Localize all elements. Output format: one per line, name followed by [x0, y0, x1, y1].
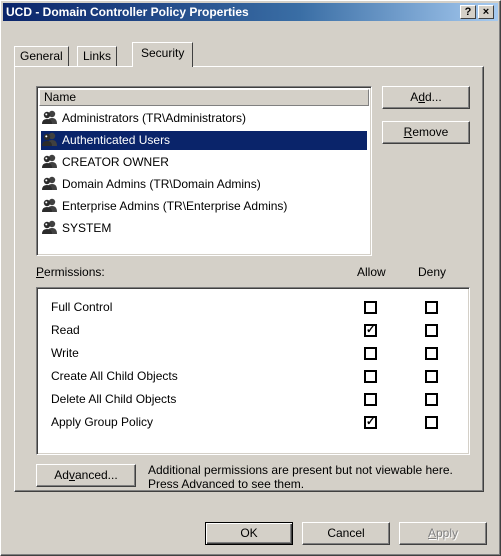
permissions-label-post: ermissions:	[44, 265, 105, 279]
permissions-list: Full Control Read ✓ Write Create All Child O…	[36, 287, 470, 455]
permission-allow-checkbox[interactable]	[364, 370, 377, 383]
group-icon	[41, 132, 62, 147]
names-list[interactable]: Name Administrators (TR\Administrators) A…	[36, 86, 372, 256]
names-list-item[interactable]: Domain Admins (TR\Domain Admins)	[41, 175, 367, 194]
permission-label: Write	[51, 346, 79, 360]
names-list-item[interactable]: SYSTEM	[41, 219, 367, 238]
add-label-post: d...	[425, 90, 442, 104]
advanced-note: Additional permissions are present but n…	[148, 463, 453, 491]
permission-label: Create All Child Objects	[51, 369, 178, 383]
permission-allow-checkbox[interactable]: ✓	[364, 416, 377, 429]
group-icon	[41, 220, 62, 235]
apply-button: Apply	[399, 522, 487, 545]
group-icon	[41, 176, 62, 191]
permission-deny-checkbox[interactable]	[425, 370, 438, 383]
tab-general[interactable]: General	[14, 46, 69, 66]
name-column-header[interactable]: Name	[39, 89, 369, 106]
add-label-key: d	[418, 90, 425, 104]
names-list-item[interactable]: Enterprise Admins (TR\Enterprise Admins)	[41, 197, 367, 216]
group-icon	[41, 154, 62, 169]
names-list-item-label: SYSTEM	[62, 221, 112, 235]
permission-label: Read	[51, 323, 80, 337]
cancel-label: Cancel	[327, 526, 365, 540]
permission-deny-checkbox[interactable]	[425, 347, 438, 360]
remove-label-post: emove	[412, 125, 449, 139]
tab-links[interactable]: Links	[77, 46, 118, 66]
permission-label: Apply Group Policy	[51, 415, 154, 429]
apply-label-key: A	[427, 526, 436, 540]
advanced-button[interactable]: Advanced...	[36, 464, 136, 487]
names-list-item[interactable]: Administrators (TR\Administrators)	[41, 109, 367, 128]
add-button[interactable]: Add...	[382, 86, 470, 109]
ok-label: OK	[240, 526, 258, 540]
permission-deny-checkbox[interactable]	[425, 393, 438, 406]
names-list-item[interactable]: Authenticated Users	[41, 131, 367, 150]
apply-label-post: pply	[436, 526, 459, 540]
ok-button[interactable]: OK	[205, 522, 293, 545]
permission-deny-checkbox[interactable]	[425, 324, 438, 337]
names-list-item-label: Domain Admins (TR\Domain Admins)	[62, 177, 261, 191]
allow-header: Allow	[357, 265, 386, 279]
remove-button[interactable]: Remove	[382, 121, 470, 144]
tab-security[interactable]: Security	[132, 42, 194, 67]
permission-deny-checkbox[interactable]	[425, 301, 438, 314]
close-button[interactable]: ×	[478, 5, 494, 19]
names-list-item[interactable]: CREATOR OWNER	[41, 153, 367, 172]
permissions-label: Permissions:	[36, 265, 105, 279]
advanced-label-post: anced...	[74, 468, 118, 482]
names-list-item-label: Administrators (TR\Administrators)	[62, 111, 247, 125]
advanced-label-pre: Ad	[54, 468, 69, 482]
permission-label: Delete All Child Objects	[51, 392, 177, 406]
window-title: UCD - Domain Controller Policy Propertie…	[6, 5, 249, 19]
permission-label: Full Control	[51, 300, 113, 314]
permissions-label-key: P	[36, 265, 45, 279]
names-list-item-label: CREATOR OWNER	[62, 155, 169, 169]
permission-allow-checkbox[interactable]: ✓	[364, 324, 377, 337]
permission-allow-checkbox[interactable]	[364, 393, 377, 406]
names-list-item-label: Authenticated Users	[62, 133, 171, 147]
group-icon	[41, 198, 62, 213]
help-button[interactable]: ?	[460, 5, 476, 19]
group-icon	[41, 110, 62, 125]
permission-allow-checkbox[interactable]	[364, 347, 377, 360]
remove-label-key: R	[403, 125, 413, 139]
permission-allow-checkbox[interactable]	[364, 301, 377, 314]
title-bar[interactable]: UCD - Domain Controller Policy Propertie…	[3, 3, 498, 21]
names-list-item-label: Enterprise Admins (TR\Enterprise Admins)	[62, 199, 288, 213]
permission-deny-checkbox[interactable]	[425, 416, 438, 429]
deny-header: Deny	[418, 265, 447, 279]
cancel-button[interactable]: Cancel	[302, 522, 390, 545]
